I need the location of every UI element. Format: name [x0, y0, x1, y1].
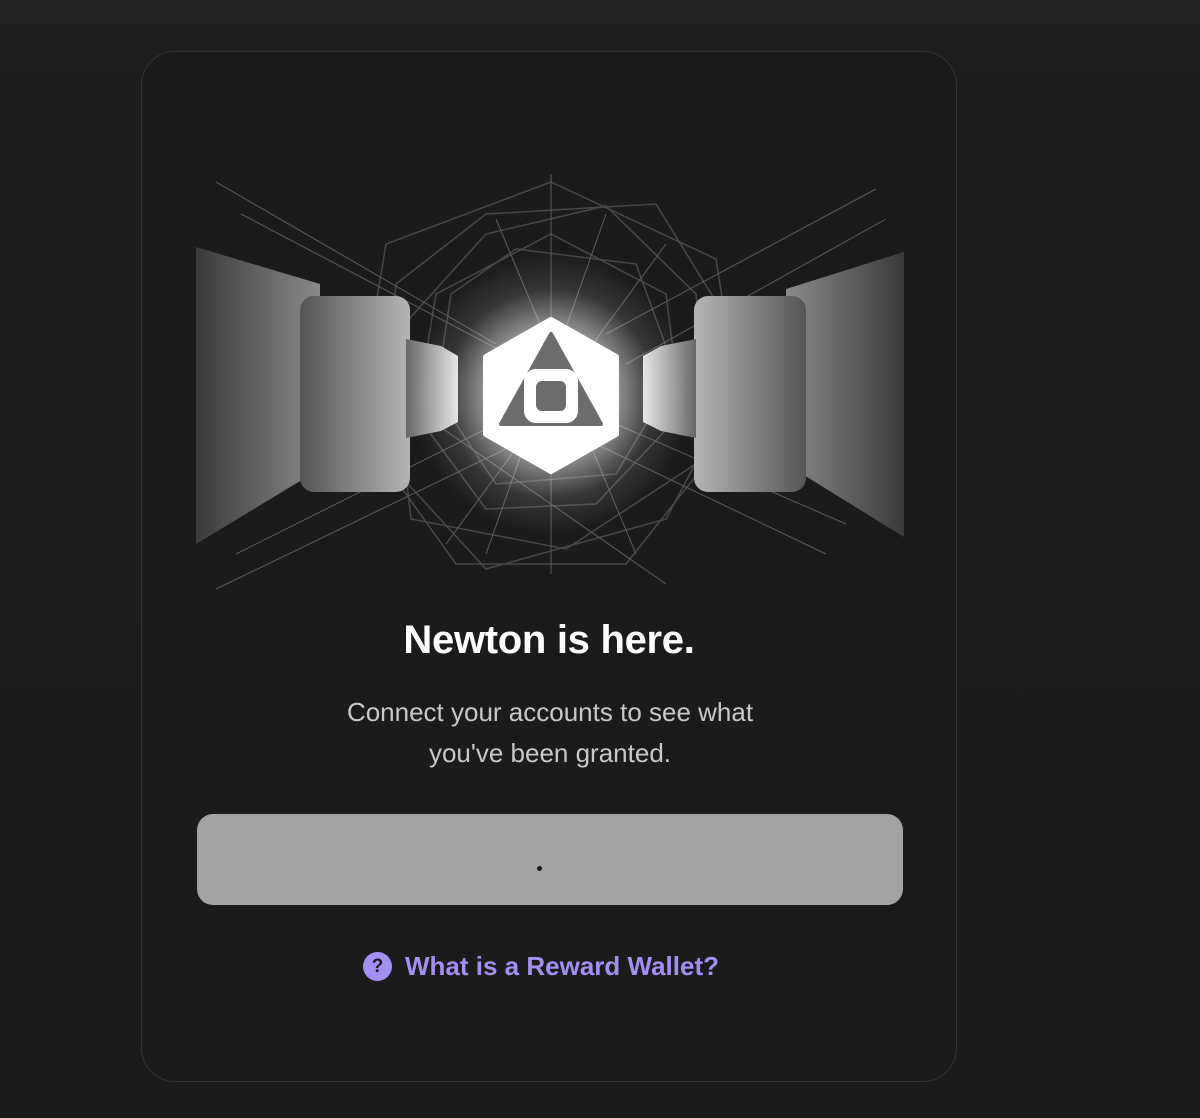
right-wing-panel-mid	[694, 296, 806, 492]
subtitle-line-2: you've been granted.	[428, 738, 672, 768]
onboarding-card: Newton is here. Connect your accounts to…	[141, 51, 957, 1082]
connect-accounts-button[interactable]	[197, 814, 903, 905]
help-link-label: What is a Reward Wallet?	[405, 950, 719, 981]
newton-logo-icon	[483, 317, 619, 474]
page: Newton is here. Connect your accounts to…	[0, 0, 1200, 1118]
subtitle-line-1: Connect your accounts to see what	[346, 697, 754, 727]
reward-wallet-help-link[interactable]: ? What is a Reward Wallet?	[363, 949, 719, 983]
hero-illustration	[196, 174, 904, 590]
page-title: Newton is here.	[403, 618, 695, 662]
subtitle: Connect your accounts to see what you've…	[292, 692, 808, 774]
left-wing-panel-mid	[300, 296, 410, 492]
question-circle-icon: ?	[363, 951, 392, 981]
loading-indicator-icon	[537, 866, 542, 871]
